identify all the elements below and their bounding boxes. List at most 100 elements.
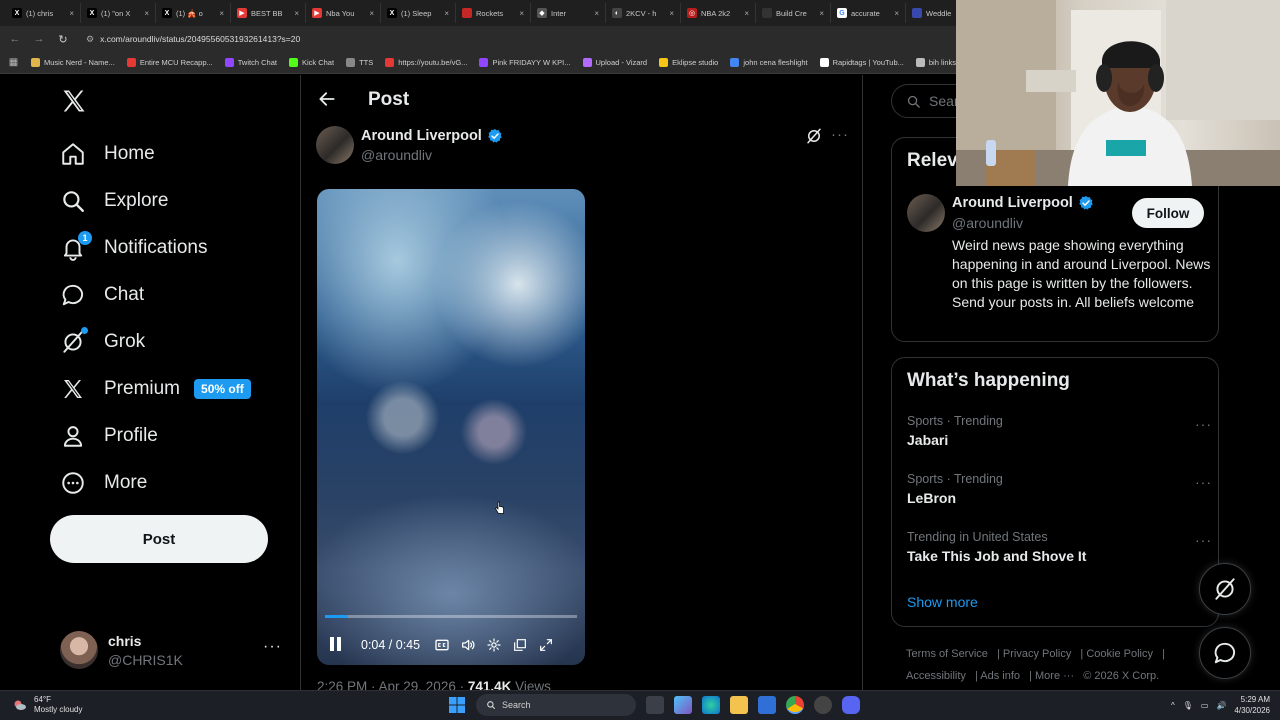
browser-tab[interactable]: ◆ Inter ×	[531, 3, 606, 23]
tab-close-icon[interactable]: ×	[894, 9, 899, 18]
nav-notifications[interactable]: 1 Notifications	[60, 231, 208, 263]
account-more-icon[interactable]: ···	[263, 638, 282, 656]
tab-close-icon[interactable]: ×	[219, 9, 224, 18]
browser-tab[interactable]: ◐ 2KCV - h ×	[606, 3, 681, 23]
bookmark-item[interactable]: Upload - Vizard	[582, 58, 647, 67]
author-name-row[interactable]: Around Liverpool	[361, 128, 503, 144]
url-field[interactable]: ⚙ x.com/aroundliv/status/204955605319326…	[86, 34, 300, 45]
privacy-link[interactable]: Privacy Policy	[1003, 648, 1071, 660]
browser-tab[interactable]: X (1) "on X ×	[81, 3, 156, 23]
reload-icon[interactable]: ↻	[56, 33, 70, 46]
settings-gear-icon[interactable]	[486, 637, 502, 653]
chrome-icon[interactable]	[786, 696, 804, 714]
compose-post-button[interactable]: Post	[50, 515, 268, 563]
network-icon[interactable]: ▭	[1201, 701, 1209, 710]
bookmark-item[interactable]: Twitch Chat	[224, 58, 277, 67]
edge-icon[interactable]	[702, 696, 720, 714]
cookie-link[interactable]: Cookie Policy	[1086, 648, 1153, 660]
file-explorer-icon[interactable]	[730, 696, 748, 714]
obs-icon[interactable]	[814, 696, 832, 714]
trend-more-icon[interactable]: ···	[1195, 474, 1212, 490]
grok-explain-icon[interactable]	[805, 127, 823, 145]
bookmark-item[interactable]: Eklipse studio	[659, 58, 718, 67]
store-icon[interactable]	[758, 696, 776, 714]
copilot-icon[interactable]	[674, 696, 692, 714]
browser-tab[interactable]: ◎ NBA 2k2 ×	[681, 3, 756, 23]
back-nav-icon[interactable]: ←	[8, 33, 22, 45]
footer-more-link[interactable]: More ···	[1035, 670, 1074, 682]
browser-tab[interactable]: Rockets ×	[456, 3, 531, 23]
tab-close-icon[interactable]: ×	[819, 9, 824, 18]
x-logo-icon[interactable]	[60, 87, 88, 115]
task-view-icon[interactable]	[646, 696, 664, 714]
microphone-icon[interactable]: 🎙	[1183, 701, 1193, 710]
bookmark-item[interactable]: Pink FRIDAYY W KPI...	[479, 58, 571, 67]
ads-info-link[interactable]: Ads info	[980, 670, 1020, 682]
account-switcher[interactable]: chris @CHRIS1K ···	[60, 628, 290, 672]
nav-chat[interactable]: Chat	[60, 280, 144, 310]
volume-icon[interactable]: 🔊	[1216, 701, 1226, 710]
bookmark-item[interactable]: TTS	[346, 58, 373, 67]
tab-close-icon[interactable]: ×	[444, 9, 449, 18]
browser-tab[interactable]: ▶ Nba You ×	[306, 3, 381, 23]
tab-close-icon[interactable]: ×	[744, 9, 749, 18]
show-more-link[interactable]: Show more	[907, 594, 978, 610]
nav-premium[interactable]: Premium 50% off	[60, 374, 251, 404]
browser-tab[interactable]: Gaccurate ×	[831, 3, 906, 23]
tab-close-icon[interactable]: ×	[69, 9, 74, 18]
terms-link[interactable]: Terms of Service	[906, 648, 988, 660]
browser-tab[interactable]: X (1) 🎪 o ×	[156, 3, 231, 23]
chat-fab-button[interactable]	[1199, 627, 1251, 679]
bookmark-item[interactable]: Music Nerd - Name...	[30, 58, 115, 67]
post-timestamp[interactable]: 2:26 PM · Apr 29, 2026 ·	[317, 679, 468, 690]
bookmark-item[interactable]: john cena fleshlight	[730, 58, 808, 67]
video-progress-bar[interactable]	[325, 615, 577, 618]
bookmark-item[interactable]: bih links	[915, 58, 956, 67]
discord-icon[interactable]	[842, 696, 860, 714]
relevant-handle[interactable]: @aroundliv	[952, 215, 1023, 231]
nav-more[interactable]: More	[60, 468, 147, 498]
bookmark-item[interactable]: https://youtu.be/vG...	[385, 58, 467, 67]
tab-close-icon[interactable]: ×	[594, 9, 599, 18]
clock[interactable]: 5:29 AM 4/30/2026	[1234, 694, 1270, 716]
trend-item[interactable]: Trending in United States Take This Job …	[907, 530, 1212, 564]
nav-home[interactable]: Home	[60, 139, 155, 169]
trend-item[interactable]: Sports · Trending Jabari ···	[907, 414, 1212, 448]
tab-close-icon[interactable]: ×	[144, 9, 149, 18]
grok-fab-button[interactable]	[1199, 563, 1251, 615]
bookmark-item[interactable]: Entire MCU Recapp...	[126, 58, 213, 67]
fullscreen-icon[interactable]	[538, 637, 554, 653]
video-player[interactable]: 0:04 / 0:45	[317, 189, 585, 665]
author-avatar[interactable]	[316, 126, 354, 164]
accessibility-link[interactable]: Accessibility	[906, 670, 966, 682]
nav-grok[interactable]: Grok	[60, 327, 145, 357]
pause-icon[interactable]	[327, 637, 343, 653]
browser-tab[interactable]: X (1) Sleep ×	[381, 3, 456, 23]
forward-nav-icon[interactable]: →	[32, 33, 46, 45]
follow-button[interactable]: Follow	[1132, 198, 1204, 228]
captions-icon[interactable]	[434, 637, 450, 653]
back-arrow-icon[interactable]	[317, 89, 337, 109]
bookmark-item[interactable]: Rapidtags | YouTub...	[819, 58, 904, 67]
weather-widget[interactable]: 64°F Mostly cloudy	[12, 695, 82, 715]
apps-grid-icon[interactable]: ▦	[8, 57, 19, 68]
nav-profile[interactable]: Profile	[60, 421, 158, 451]
trend-more-icon[interactable]: ···	[1195, 416, 1212, 432]
taskbar-search[interactable]: Search	[476, 694, 636, 716]
browser-tab[interactable]: Build Cre ×	[756, 3, 831, 23]
relevant-name-row[interactable]: Around Liverpool	[952, 195, 1094, 211]
tab-close-icon[interactable]: ×	[294, 9, 299, 18]
browser-tab[interactable]: Weddle×	[906, 3, 956, 23]
browser-tab[interactable]: X (1) chris ×	[6, 3, 81, 23]
bookmark-item[interactable]: Kick Chat	[288, 58, 334, 67]
relevant-avatar[interactable]	[907, 194, 945, 232]
site-info-icon[interactable]: ⚙	[86, 34, 94, 45]
post-more-icon[interactable]: ···	[831, 126, 849, 143]
browser-tab[interactable]: ▶ BEST BB ×	[231, 3, 306, 23]
tab-close-icon[interactable]: ×	[369, 9, 374, 18]
volume-icon[interactable]	[460, 637, 476, 653]
picture-in-picture-icon[interactable]	[512, 637, 528, 653]
tab-close-icon[interactable]: ×	[669, 9, 674, 18]
nav-explore[interactable]: Explore	[60, 186, 168, 216]
author-handle[interactable]: @aroundliv	[361, 147, 432, 163]
